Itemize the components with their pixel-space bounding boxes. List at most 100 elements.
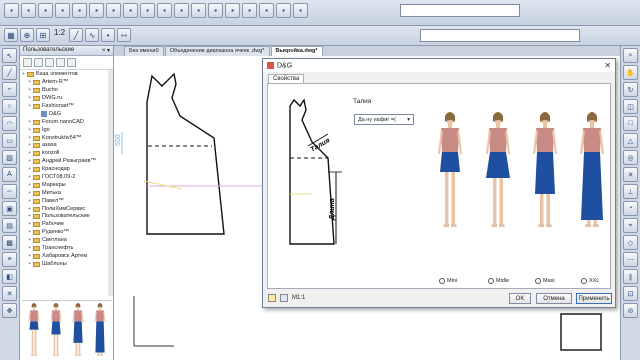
panel-tool-icon[interactable]: [23, 58, 32, 67]
properties-icon[interactable]: ◧: [2, 269, 17, 284]
radio-button[interactable]: [488, 278, 494, 284]
toolbar-icon[interactable]: ▪: [55, 3, 70, 18]
tree-item[interactable]: + Руденко™: [22, 229, 111, 237]
toolbar-icon[interactable]: ▪: [106, 3, 121, 18]
erase-icon[interactable]: ✕: [2, 286, 17, 301]
point-icon[interactable]: •: [101, 28, 116, 42]
snap-ins-icon[interactable]: ⊡: [623, 286, 638, 301]
tree-item[interactable]: + Artem-R™: [22, 79, 111, 87]
table-icon[interactable]: ▤: [2, 218, 17, 233]
radio-button[interactable]: [581, 278, 587, 284]
toolbar-icon[interactable]: ▪: [242, 3, 257, 18]
document-tab[interactable]: Выкройка.dwg*: [270, 46, 323, 56]
pan-icon[interactable]: ✋: [623, 65, 638, 80]
tree-item[interactable]: + Шаблоны: [22, 260, 111, 268]
toolbar-icon[interactable]: ▪: [174, 3, 189, 18]
length-option[interactable]: Mini: [439, 278, 457, 284]
tree-item[interactable]: + DWG.ru: [22, 95, 111, 103]
snap-perp-icon[interactable]: ⊥: [623, 184, 638, 199]
length-option[interactable]: Midle: [488, 278, 509, 284]
tree-item[interactable]: + База элементов: [22, 71, 111, 79]
block-icon[interactable]: ▣: [2, 201, 17, 216]
tree-item[interactable]: D&G: [22, 110, 111, 118]
tree-item[interactable]: + Рабочие: [22, 221, 111, 229]
snap-icon[interactable]: ⊕: [20, 28, 34, 42]
radio-button[interactable]: [439, 278, 445, 284]
cancel-button[interactable]: Отмена: [536, 293, 572, 304]
toolbar-icon[interactable]: ▪: [89, 3, 104, 18]
panel-tool-icon[interactable]: [56, 58, 65, 67]
arc-icon[interactable]: ◠: [2, 116, 17, 131]
tree-item[interactable]: + Павел™: [22, 197, 111, 205]
document-tab[interactable]: Объединение диапазона ячеек .dwg*: [164, 46, 270, 56]
toolbar-icon[interactable]: ▪: [72, 3, 87, 18]
snap-center-icon[interactable]: ◎: [623, 150, 638, 165]
toolbar-icon[interactable]: ▪: [157, 3, 172, 18]
tree-item[interactable]: + Краснодар: [22, 166, 111, 174]
tree-item[interactable]: + konzoll: [22, 150, 111, 158]
tree-item[interactable]: + Bucho: [22, 87, 111, 95]
ortho-icon[interactable]: ⊞: [36, 28, 50, 42]
rect-icon[interactable]: ▭: [2, 133, 17, 148]
document-tab[interactable]: Без имени0: [124, 46, 164, 56]
toolbar-icon[interactable]: ▪: [191, 3, 206, 18]
tree-item[interactable]: + Forum nanoCAD: [22, 118, 111, 126]
help-icon[interactable]: [268, 294, 276, 302]
toolbar-icon[interactable]: ▪: [276, 3, 291, 18]
panel-scrollbar[interactable]: [108, 70, 113, 296]
toolbar-icon[interactable]: ▪: [21, 3, 36, 18]
scale-label[interactable]: 1:2: [52, 28, 67, 42]
dimension-icon[interactable]: ⇔: [2, 184, 17, 199]
grid-icon[interactable]: ▦: [4, 28, 18, 42]
pointer-icon[interactable]: ↖: [2, 48, 17, 63]
thumbnail[interactable]: [24, 301, 44, 357]
panel-tool-icon[interactable]: [45, 58, 54, 67]
snap-tan-icon[interactable]: ◔: [623, 201, 638, 216]
tree-item[interactable]: + Konstruktiv54™: [22, 134, 111, 142]
tree-item[interactable]: + ГОСТ08.09-2: [22, 174, 111, 182]
ok-button[interactable]: OK: [509, 293, 531, 304]
text-icon[interactable]: A: [2, 167, 17, 182]
snap-end-icon[interactable]: □: [623, 116, 638, 131]
panel-close-icon[interactable]: × ▾: [102, 47, 110, 54]
hatch-icon[interactable]: ▨: [2, 150, 17, 165]
layers-icon[interactable]: ≡: [2, 252, 17, 267]
length-option[interactable]: Maxi: [535, 278, 555, 284]
style-combobox[interactable]: [420, 29, 580, 42]
toolbar-icon[interactable]: ▪: [123, 3, 138, 18]
curve-icon[interactable]: ∿: [85, 28, 100, 42]
scale-icon[interactable]: [280, 294, 288, 302]
view-icon[interactable]: ◫: [623, 99, 638, 114]
snap-off-icon[interactable]: ⊘: [623, 303, 638, 318]
tree-item[interactable]: + ПолиХимСервис: [22, 205, 111, 213]
panel-tool-icon[interactable]: [67, 58, 76, 67]
orbit-icon[interactable]: ↻: [623, 82, 638, 97]
snap-quad-icon[interactable]: ◇: [623, 235, 638, 250]
snap-par-icon[interactable]: ∥: [623, 269, 638, 284]
image-icon[interactable]: ▩: [2, 235, 17, 250]
line-icon[interactable]: ╱: [69, 28, 84, 42]
snap-int-icon[interactable]: ✕: [623, 167, 638, 182]
circle-icon[interactable]: ○: [2, 99, 17, 114]
tree-item[interactable]: + Транснефть: [22, 245, 111, 253]
toolbar-icon[interactable]: ▪: [293, 3, 308, 18]
snap-mid-icon[interactable]: △: [623, 133, 638, 148]
panel-tool-icon[interactable]: [34, 58, 43, 67]
zoom-icon[interactable]: ⌕: [623, 48, 638, 63]
tree-item[interactable]: + Хабаровск Артем: [22, 252, 111, 260]
tree-item[interactable]: + Пользовательские: [22, 213, 111, 221]
tree-item[interactable]: + Маркеры: [22, 181, 111, 189]
snap-near-icon[interactable]: ⌖: [623, 218, 638, 233]
tree-item[interactable]: + Андрей Разыграев™: [22, 158, 111, 166]
snap-ext-icon[interactable]: ⋯: [623, 252, 638, 267]
thumbnail[interactable]: [68, 301, 88, 357]
measure-icon[interactable]: ⇿: [117, 28, 132, 42]
layer-combobox[interactable]: [400, 4, 520, 17]
line-tool-icon[interactable]: ╱: [2, 65, 17, 80]
tree-item[interactable]: + азаха: [22, 142, 111, 150]
toolbar-icon[interactable]: ▪: [259, 3, 274, 18]
thumbnail[interactable]: [90, 301, 110, 357]
tab-properties[interactable]: Свойства: [268, 74, 305, 83]
move-icon[interactable]: ✥: [2, 303, 17, 318]
toolbar-icon[interactable]: ▪: [4, 3, 19, 18]
